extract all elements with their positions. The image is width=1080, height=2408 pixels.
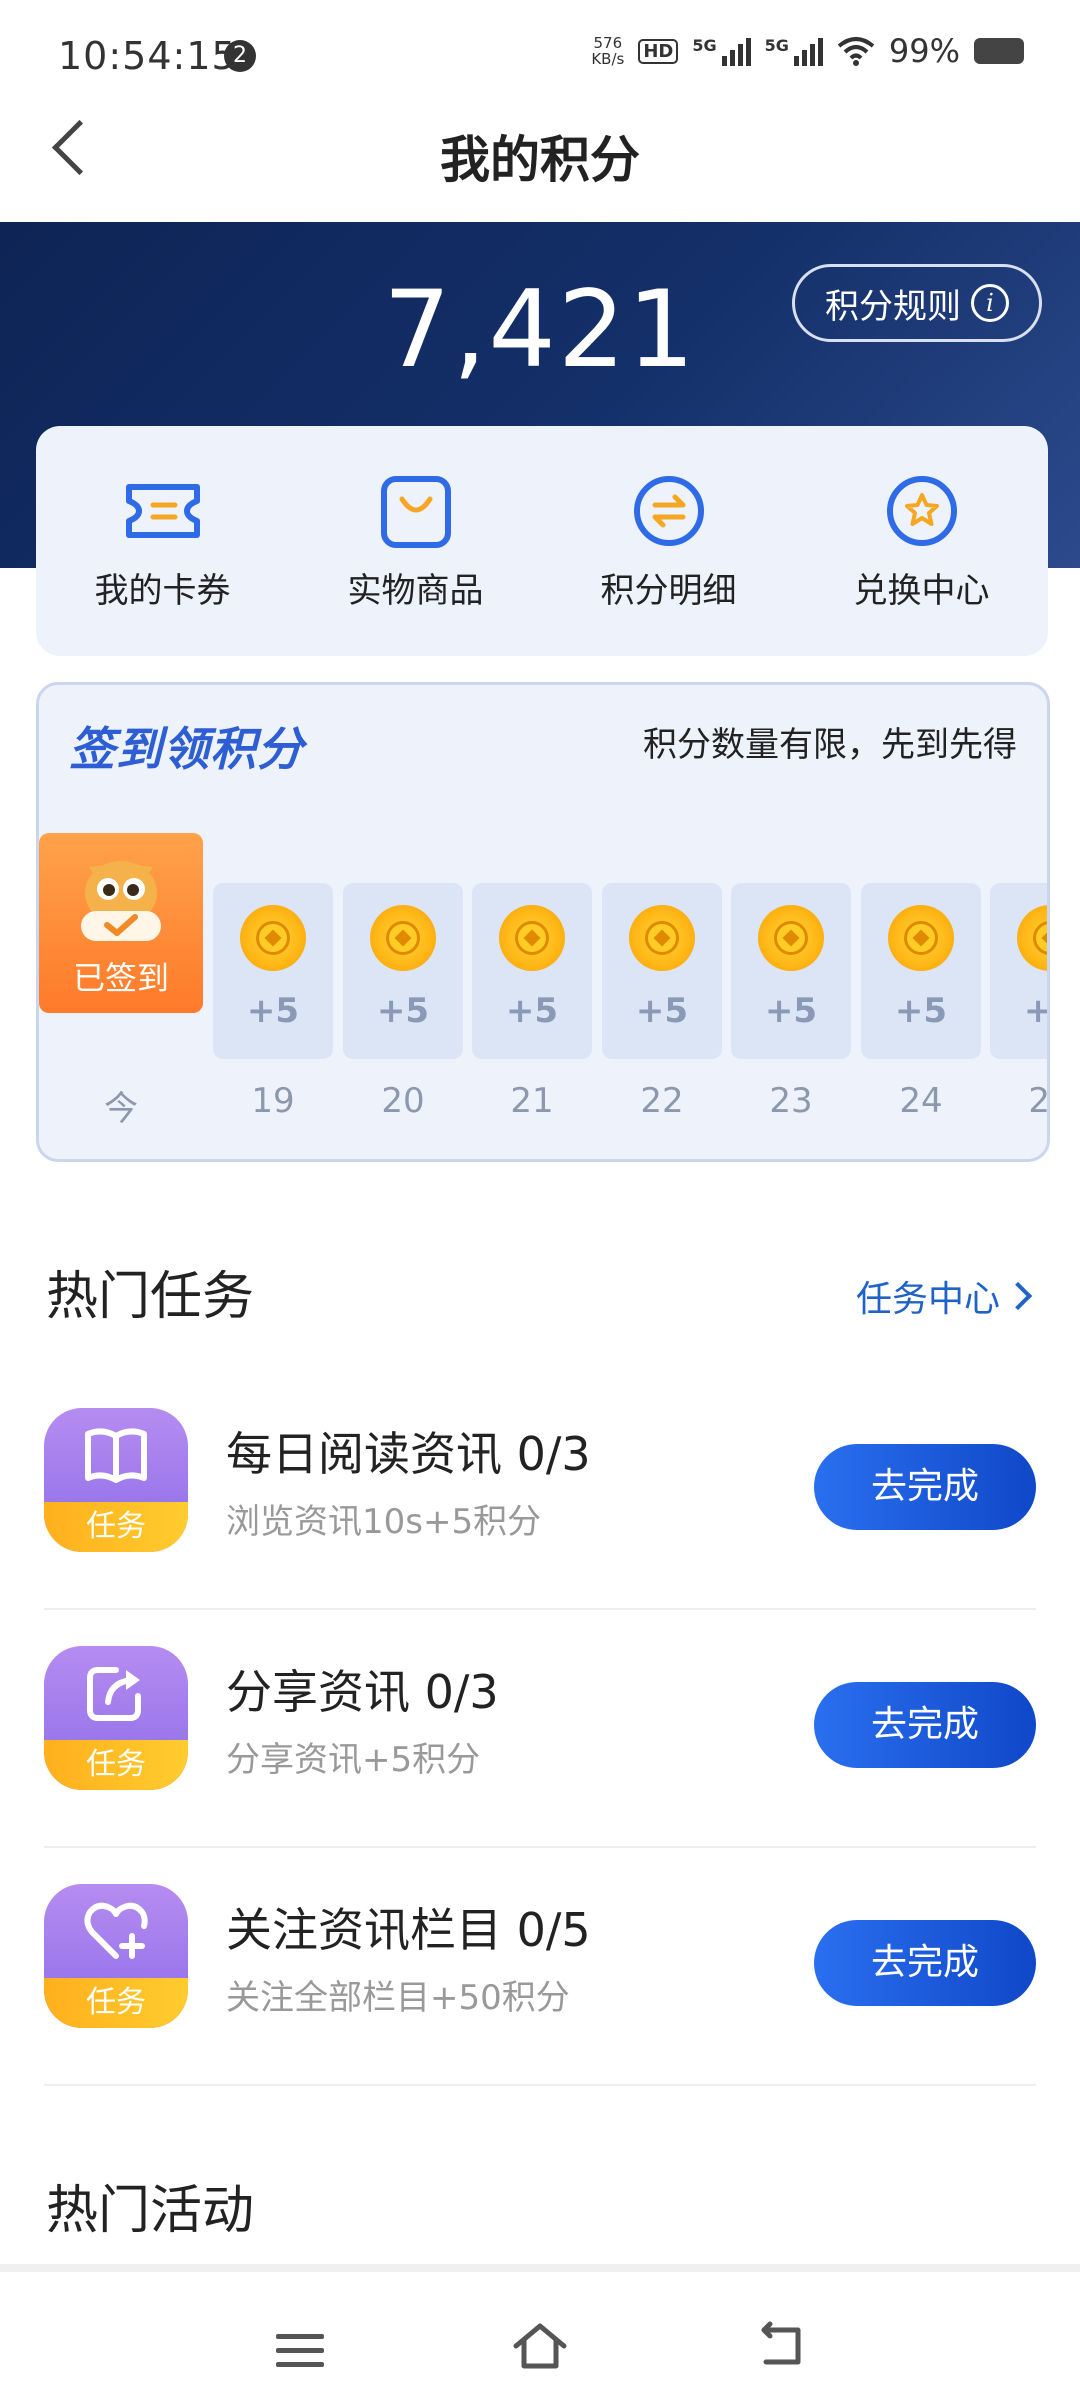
sign-in-day[interactable]: +5: [731, 883, 851, 1059]
battery-percent: 99%: [888, 32, 960, 70]
sign-in-day-today[interactable]: 已签到: [39, 833, 203, 1013]
day-date: 23: [769, 1081, 813, 1121]
day-bonus: +5: [1023, 991, 1050, 1031]
star-badge-icon: [886, 475, 957, 546]
divider: [44, 2084, 1036, 2086]
task-badge: 任务: [44, 1646, 188, 1790]
hd-icon: HD: [638, 38, 679, 64]
hot-activities-title: 热门活动: [46, 2181, 255, 2241]
sign-in-day[interactable]: +5: [861, 883, 981, 1059]
day-bonus: +5: [635, 991, 689, 1031]
page-title: 我的积分: [440, 131, 640, 189]
day-bonus: +5: [505, 991, 559, 1031]
quick-entry-label: 我的卡券: [94, 570, 231, 611]
task-description: 关注全部栏目+50积分: [226, 1978, 570, 2018]
coin-icon: [240, 905, 306, 971]
chevron-right-icon: [1003, 1281, 1033, 1311]
task-item: 任务 分享资讯 0/3 分享资讯+5积分 去完成: [44, 1610, 1036, 1848]
quick-entry-panel: 我的卡券 实物商品 积分明细 兑换中心: [36, 426, 1048, 656]
menu-icon[interactable]: [276, 2334, 324, 2376]
info-icon: i: [971, 284, 1009, 322]
day-date: 21: [510, 1081, 554, 1121]
task-description: 浏览资讯10s+5积分: [226, 1502, 542, 1542]
sim1-network-type: 5G: [692, 36, 717, 55]
task-title: 分享资讯 0/3: [226, 1665, 499, 1719]
today-status: 已签到: [72, 959, 169, 997]
go-complete-button[interactable]: 去完成: [814, 1682, 1036, 1768]
task-item: 任务 关注资讯栏目 0/5 关注全部栏目+50积分 去完成: [44, 1848, 1036, 2086]
go-complete-button[interactable]: 去完成: [814, 1444, 1036, 1530]
network-speed-value: 576: [593, 34, 623, 52]
day-bonus: +5: [376, 991, 430, 1031]
day-bonus: +5: [894, 991, 948, 1031]
sign-in-day[interactable]: +5: [343, 883, 463, 1059]
task-badge: 任务: [44, 1408, 188, 1552]
quick-entry-label: 实物商品: [347, 570, 484, 611]
points-rules-label: 积分规则: [825, 286, 961, 327]
coin-icon: [888, 905, 954, 971]
back-icon[interactable]: [754, 2320, 806, 2372]
day-date: 25: [1028, 1081, 1050, 1121]
day-date: 22: [640, 1081, 684, 1121]
points-rules-button[interactable]: 积分规则 i: [792, 264, 1042, 342]
signal-sim2-icon: 5G: [765, 36, 823, 66]
owl-mascot-icon: [81, 861, 161, 941]
coin-icon: [629, 905, 695, 971]
book-icon: [85, 1428, 147, 1483]
heart-plus-icon: [84, 1902, 148, 1959]
sign-in-day[interactable]: +5: [990, 883, 1050, 1059]
quick-entry-label: 积分明细: [600, 570, 737, 611]
task-badge: 任务: [44, 1884, 188, 2028]
coin-icon: [1017, 905, 1047, 971]
task-title: 每日阅读资讯 0/3: [226, 1427, 591, 1481]
battery-icon: [974, 38, 1024, 64]
hot-tasks-title: 热门任务: [46, 1267, 255, 1327]
task-title: 关注资讯栏目 0/5: [226, 1903, 591, 1957]
quick-entry-points-detail[interactable]: 积分明细: [554, 471, 784, 612]
task-description: 分享资讯+5积分: [226, 1740, 481, 1780]
network-speed: 576 KB/s: [591, 35, 624, 67]
system-nav-bar: [0, 2264, 1080, 2408]
sim2-network-type: 5G: [764, 36, 789, 55]
exchange-arrows-icon: [633, 475, 704, 546]
day-date: 19: [251, 1081, 295, 1121]
task-center-link[interactable]: 任务中心: [855, 1270, 1033, 1322]
notification-count-badge: 2: [224, 40, 256, 72]
quick-entry-physical-goods[interactable]: 实物商品: [301, 471, 531, 612]
ticket-icon: [125, 483, 200, 538]
task-badge-label: 任务: [44, 1740, 188, 1790]
quick-entry-label: 兑换中心: [853, 570, 990, 611]
coin-icon: [758, 905, 824, 971]
wifi-icon: [837, 37, 875, 66]
day-bonus: +5: [246, 991, 300, 1031]
day-date: 24: [899, 1081, 943, 1121]
status-time: 10:54:15: [58, 34, 237, 78]
sign-in-day[interactable]: +5: [213, 883, 333, 1059]
share-icon: [87, 1667, 141, 1721]
task-center-label: 任务中心: [855, 1279, 1000, 1320]
sign-in-day[interactable]: +5: [472, 883, 592, 1059]
day-bonus: +5: [764, 991, 818, 1031]
day-date: 20: [381, 1081, 425, 1121]
sign-in-title: 签到领积分: [69, 722, 304, 776]
quick-entry-my-coupons[interactable]: 我的卡券: [48, 471, 278, 612]
sign-in-day[interactable]: +5: [602, 883, 722, 1059]
sign-in-note: 积分数量有限，先到先得: [643, 725, 1017, 765]
home-icon[interactable]: [510, 2318, 570, 2374]
network-speed-unit: KB/s: [591, 50, 625, 68]
task-badge-label: 任务: [44, 1502, 188, 1552]
shopping-bag-icon: [380, 475, 451, 548]
status-indicators: 576 KB/s HD 5G 5G 99%: [591, 32, 1024, 70]
task-badge-label: 任务: [44, 1978, 188, 2028]
coin-icon: [499, 905, 565, 971]
quick-entry-exchange-center[interactable]: 兑换中心: [807, 471, 1037, 612]
signal-sim1-icon: 5G: [692, 36, 751, 66]
go-complete-button[interactable]: 去完成: [814, 1920, 1036, 2006]
task-item: 任务 每日阅读资讯 0/3 浏览资讯10s+5积分 去完成: [44, 1372, 1036, 1610]
today-date-label: 今: [104, 1089, 138, 1129]
coin-icon: [370, 905, 436, 971]
status-bar: 10:54:15 2 576 KB/s HD 5G 5G 99%: [0, 0, 1080, 100]
sign-in-card: 签到领积分 积分数量有限，先到先得 已签到 今 +5 19 +5 20 +5 2…: [36, 682, 1050, 1162]
